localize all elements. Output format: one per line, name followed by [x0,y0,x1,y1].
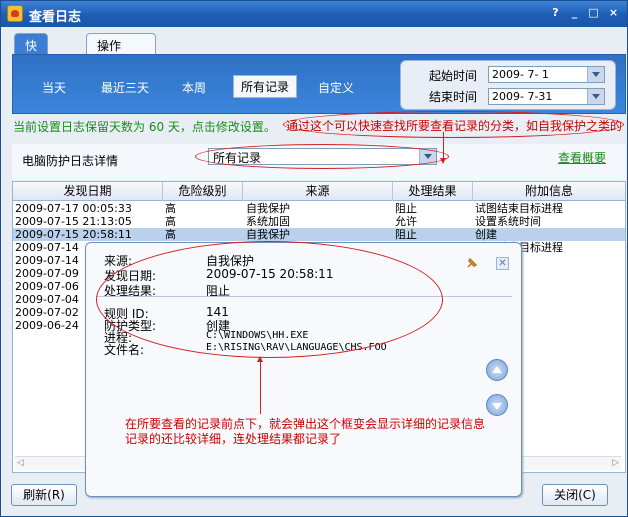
cell-level: 高 [165,215,176,228]
scroll-right-icon[interactable]: ▷ [612,458,619,468]
cell-date: 2009-07-15 21:13:05 [15,215,132,228]
filter-last-three-days[interactable]: 最近三天 [101,79,149,96]
window-title: 查看日志 [29,10,82,25]
filter-custom[interactable]: 自定义 [318,79,354,96]
cell-result: 阻止 [395,202,417,215]
tab-operation[interactable]: 操作 [86,33,156,55]
detail-row: 电脑防护日志详情 所有记录 查看概要 [12,144,626,180]
close-window-button[interactable]: × [605,6,622,21]
column-header-info[interactable]: 附加信息 [473,182,625,201]
cell-info: 设置系统时间 [475,215,541,228]
table-header: 发现日期 危险级别 来源 处理结果 附加信息 [13,182,625,201]
cell-source: 自我保护 [246,202,290,215]
annotation-ellipse-combo [195,144,449,169]
scroll-up-icon[interactable] [486,359,508,381]
column-header-date[interactable]: 发现日期 [13,182,163,201]
start-date-select[interactable]: 2009- 7- 1 [488,66,605,83]
cell-date: 2009-07-06 [15,280,79,293]
maximize-button[interactable]: □ [585,6,602,21]
tab-quick-view[interactable]: 快速查看 [14,33,49,104]
cell-info: 试图结束目标进程 [475,202,563,215]
refresh-button[interactable]: 刷新(R) [11,484,77,506]
view-overview-link[interactable]: 查看概要 [558,149,606,166]
annotation-text-top: 通过这个可以快速查找所要查看记录的分类，如自我保护之类的 [286,119,623,133]
annotation-note-line1: 在所要查看的记录前点下，就会弹出这个框变会显示详细的记录信息 [125,417,486,431]
column-header-source[interactable]: 来源 [243,182,393,201]
popup-file-label: 文件名: [104,343,145,357]
date-range-box: 起始时间 2009- 7- 1 结束时间 2009- 7-31 [400,60,616,110]
chevron-down-icon[interactable] [587,89,604,104]
cell-info: 创建 [475,228,497,241]
cell-result: 允许 [395,215,417,228]
end-date-value: 2009- 7-31 [492,90,553,103]
end-time-label: 结束时间 [429,90,478,104]
annotation-arrow-top [440,132,446,164]
title-bar: 查看日志 ? _ □ × [1,1,627,27]
cell-source: 系统加固 [246,215,290,228]
cell-result: 阻止 [395,228,417,241]
annotation-arrow-bottom [257,356,263,414]
cell-date: 2009-07-17 00:05:33 [15,202,132,215]
close-button[interactable]: 关闭(C) [542,484,608,506]
help-button[interactable]: ? [547,6,564,21]
start-date-value: 2009- 7- 1 [492,68,549,81]
cell-date: 2009-07-09 [15,267,79,280]
annotation-note: 在所要查看的记录前点下，就会弹出这个框变会显示详细的记录信息 记录的还比较详细，… [125,417,485,447]
annotation-ellipse-popup [96,241,443,358]
scroll-left-icon[interactable]: ◁ [17,458,24,468]
log-window: 查看日志 ? _ □ × 快速查看 操作 当天 最近三天 本周 所有记录 自定义… [0,0,628,517]
column-header-result[interactable]: 处理结果 [393,182,473,201]
app-logo-icon [7,5,23,22]
chevron-down-icon[interactable] [587,67,604,82]
cell-level: 高 [165,228,176,241]
filter-this-week[interactable]: 本周 [182,79,206,96]
start-time-label: 起始时间 [429,69,478,83]
pin-icon[interactable] [465,256,479,270]
cell-date: 2009-07-14 [15,254,79,267]
column-header-level[interactable]: 危险级别 [163,182,243,201]
popup-close-icon[interactable]: ✕ [496,257,509,270]
cell-date: 2009-07-04 [15,293,79,306]
filter-panel: 当天 最近三天 本周 所有记录 自定义 起始时间 2009- 7- 1 结束时间… [12,54,626,114]
table-row[interactable]: 2009-07-15 21:13:05 高 系统加固 允许 设置系统时间 [13,215,625,228]
cell-source: 自我保护 [246,228,290,241]
table-row[interactable]: 2009-07-17 00:05:33 高 自我保护 阻止 试图结束目标进程 [13,202,625,215]
cell-date: 2009-07-02 [15,306,79,319]
filter-today[interactable]: 当天 [42,79,66,96]
end-date-select[interactable]: 2009- 7-31 [488,88,605,105]
table-row[interactable]: 2009-07-15 20:58:11 高 自我保护 阻止 创建 [13,228,625,241]
retention-setting-link[interactable]: 当前设置日志保留天数为 60 天，点击修改设置。 [13,118,276,135]
scroll-down-icon[interactable] [486,394,508,416]
annotation-note-line2: 记录的还比较详细，连处理结果都记录了 [125,432,342,446]
cell-date: 2009-07-14 [15,241,79,254]
minimize-button[interactable]: _ [566,6,583,21]
cell-level: 高 [165,202,176,215]
cell-date: 2009-06-24 [15,319,79,332]
filter-all-records[interactable]: 所有记录 [233,75,298,98]
cell-date: 2009-07-15 20:58:11 [15,228,132,241]
detail-label: 电脑防护日志详情 [22,154,119,168]
